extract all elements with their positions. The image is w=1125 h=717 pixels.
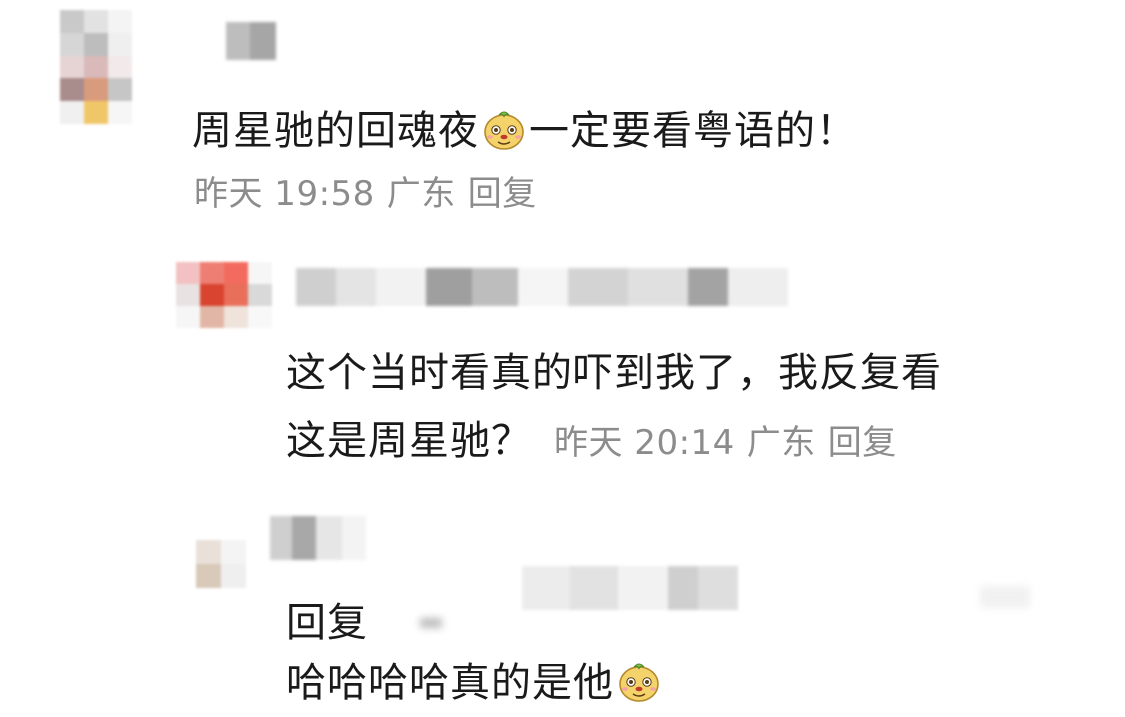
avatar[interactable]: [176, 262, 272, 328]
reply-text-part: 这是周星驰？: [286, 418, 532, 464]
blur-smudge: [980, 586, 1030, 608]
comment-location: 广东: [386, 174, 456, 214]
reply-location: 广东: [746, 423, 816, 463]
reply-meta: 昨天 20:14 广东 回复: [554, 423, 909, 463]
melon-face-icon: [484, 111, 524, 150]
reply-time: 昨天 20:14: [554, 423, 735, 463]
blur-smudge: [420, 618, 442, 628]
reply-text-line2: 这是周星驰？ 昨天 20:14 广东 回复: [286, 408, 909, 466]
comment-text-part: 周星驰的回魂夜: [192, 108, 479, 154]
reply-prefix: 回复: [286, 600, 368, 646]
melon-face-icon: [619, 663, 659, 702]
reply-button[interactable]: 回复: [468, 174, 537, 214]
comment-thread: 周星驰的回魂夜 一定要看粤语的！ 昨天 19:58 广东 回复 这个当时看真的吓…: [0, 0, 1125, 717]
comment-text-part: 一定要看粤语的！: [529, 108, 857, 154]
comment-time: 昨天 19:58: [194, 174, 375, 214]
avatar[interactable]: [60, 10, 132, 124]
comment-meta: 昨天 19:58 广东 回复: [194, 166, 549, 215]
reply-text: 哈哈哈哈真的是他: [286, 650, 664, 708]
username-blurred[interactable]: [296, 268, 788, 306]
username-blurred[interactable]: [226, 22, 276, 60]
username-blurred[interactable]: [270, 516, 366, 560]
reply-button[interactable]: 回复: [828, 423, 897, 463]
reply-text: 这个当时看真的吓到我了，我反复看: [286, 350, 942, 396]
reply-text-part: 哈哈哈哈真的是他: [286, 660, 614, 706]
avatar[interactable]: [196, 540, 246, 588]
reply-target-blurred[interactable]: [522, 566, 738, 610]
comment-text: 周星驰的回魂夜 一定要看粤语的！: [192, 98, 857, 156]
